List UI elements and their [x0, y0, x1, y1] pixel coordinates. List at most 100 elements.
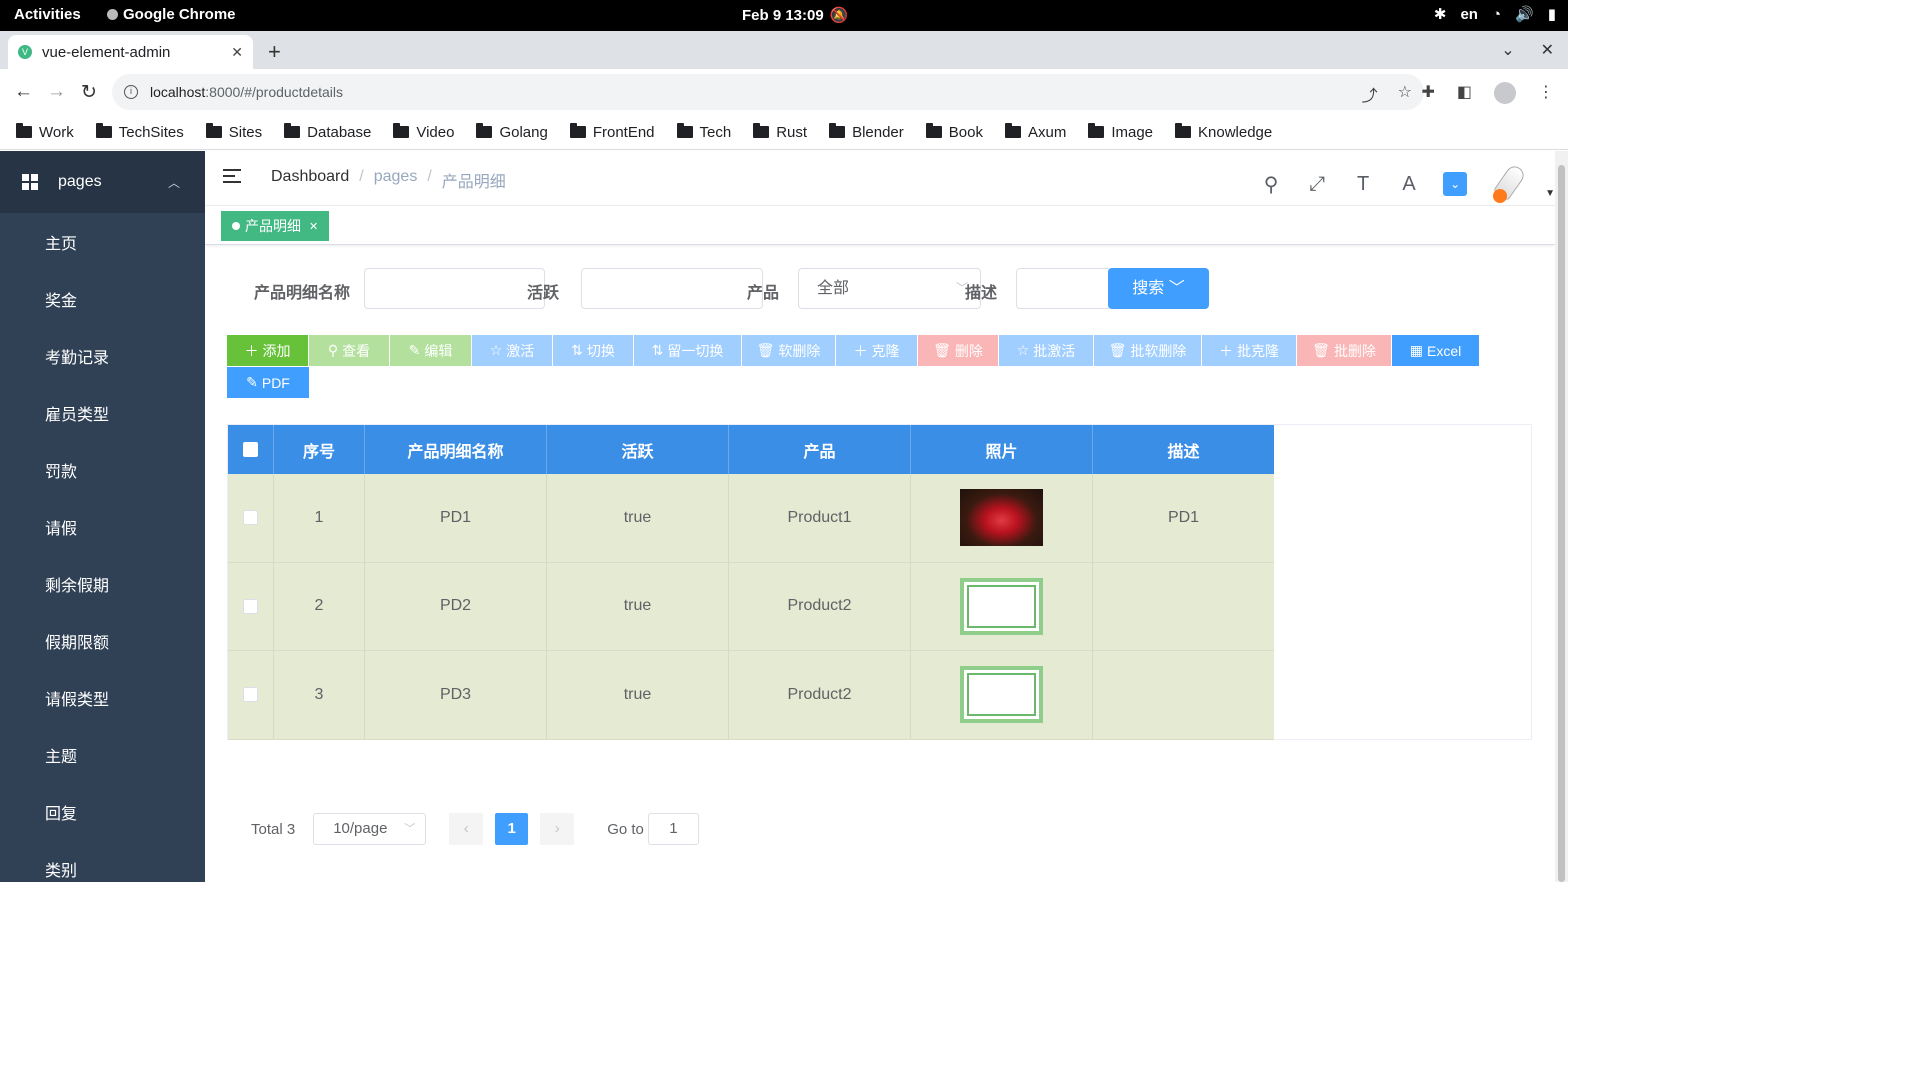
share-icon[interactable]: ⤴ [1362, 82, 1378, 106]
search-icon[interactable]: ⚲ [1259, 172, 1283, 197]
bookmark-knowledge[interactable]: Knowledge [1175, 123, 1272, 141]
table-row[interactable]: 1 PD1 true Product1 PD1 [228, 474, 1274, 563]
name-filter-input[interactable] [364, 268, 545, 309]
scrollbar-thumb[interactable] [1558, 165, 1565, 882]
sidebar-item-reply[interactable]: 回复 [0, 783, 205, 840]
tag-product-details[interactable]: 产品明细 ✕ [221, 211, 330, 241]
toggle-button[interactable]: ⇅ 切换 [553, 335, 633, 366]
bookmark-axum[interactable]: Axum [1004, 123, 1066, 141]
sidebar-group-pages[interactable]: pages ︿ [0, 151, 205, 213]
volume-icon[interactable]: 🔊 [1515, 5, 1534, 23]
profile-avatar[interactable] [1494, 82, 1516, 104]
edit-button[interactable]: ✎ 编辑 [390, 335, 471, 366]
photo-thumbnail-floral-frame[interactable] [960, 577, 1043, 635]
language-select-icon[interactable]: ⌄ [1443, 172, 1468, 196]
keep-one-toggle-button[interactable]: ⇅ 留一切换 [634, 335, 741, 366]
reload-icon[interactable]: ↻ [81, 81, 97, 104]
select-all-checkbox[interactable] [243, 442, 258, 457]
user-avatar[interactable] [1489, 161, 1537, 207]
row-checkbox[interactable] [243, 687, 258, 703]
bookmark-golang[interactable]: Golang [476, 123, 548, 141]
sidebar-item-category[interactable]: 类别 [0, 840, 205, 897]
tag-close-icon[interactable]: ✕ [309, 220, 318, 233]
photo-thumbnail-floral-frame[interactable] [960, 666, 1043, 724]
prev-page-button[interactable]: ‹ [449, 813, 484, 845]
bookmark-techsites[interactable]: TechSites [95, 123, 184, 141]
bookmark-database[interactable]: Database [284, 123, 371, 141]
column-header-description[interactable]: 描述 [1093, 425, 1274, 474]
page-size-select[interactable]: 10/page ﹀ [313, 813, 427, 845]
active-filter-input[interactable] [581, 268, 763, 309]
bookmark-work[interactable]: Work [16, 123, 74, 141]
sidebar-item-leave-limit[interactable]: 假期限额 [0, 612, 205, 669]
sidebar-item-remaining-leave[interactable]: 剩余假期 [0, 555, 205, 612]
goto-page-input[interactable]: 1 [647, 813, 699, 845]
bookmark-book[interactable]: Book [925, 123, 983, 141]
side-panel-icon[interactable]: ◧ [1457, 82, 1472, 104]
row-checkbox[interactable] [243, 510, 258, 526]
table-row[interactable]: 3 PD3 true Product2 [228, 651, 1274, 740]
back-icon[interactable]: ← [14, 81, 33, 103]
view-button[interactable]: ⚲ 查看 [309, 335, 389, 366]
delete-button[interactable]: 🗑 删除 [918, 335, 998, 366]
activate-button[interactable]: ☆ 激活 [472, 335, 552, 366]
caret-down-icon[interactable]: ▼ [1545, 188, 1555, 199]
sidebar-item-leave-type[interactable]: 请假类型 [0, 669, 205, 726]
clock[interactable]: Feb 9 13:09 🔕 [742, 6, 848, 25]
bookmark-rust[interactable]: Rust [753, 123, 807, 141]
forward-icon[interactable]: → [47, 81, 66, 103]
accessibility-icon[interactable]: ✱ [1434, 5, 1447, 23]
hamburger-icon[interactable] [223, 169, 241, 185]
add-button[interactable]: ＋添加 [227, 335, 308, 366]
translate-icon[interactable]: A [1397, 173, 1421, 196]
site-info-icon[interactable]: i [124, 85, 138, 99]
column-header-name[interactable]: 产品明细名称 [365, 425, 547, 474]
excel-export-button[interactable]: ▦ Excel [1392, 335, 1479, 366]
language-indicator[interactable]: en [1460, 6, 1478, 23]
sidebar-item-topic[interactable]: 主题 [0, 726, 205, 783]
font-size-icon[interactable]: T [1351, 173, 1375, 196]
sidebar-item-bonus[interactable]: 奖金 [0, 270, 205, 327]
batch-soft-delete-button[interactable]: 🗑 批软删除 [1094, 335, 1201, 366]
next-page-button[interactable]: › [540, 813, 575, 845]
batch-clone-button[interactable]: ＋批克隆 [1202, 335, 1296, 366]
wifi-icon[interactable]: ◔ [1492, 6, 1501, 23]
photo-thumbnail-red-flower[interactable] [960, 489, 1043, 547]
page-scrollbar[interactable] [1555, 151, 1568, 882]
clone-button[interactable]: ＋克隆 [836, 335, 917, 366]
batch-delete-button[interactable]: 🗑 批删除 [1297, 335, 1391, 366]
window-close-icon[interactable]: ✕ [1541, 40, 1554, 60]
tab-close-icon[interactable]: ✕ [231, 44, 243, 61]
fullscreen-icon[interactable]: ⤢ [1305, 173, 1329, 196]
page-number-current[interactable]: 1 [495, 813, 529, 845]
row-checkbox[interactable] [243, 598, 258, 614]
description-filter-input[interactable] [1016, 268, 1111, 309]
bookmark-video[interactable]: Video [393, 123, 454, 141]
bookmark-tech[interactable]: Tech [676, 123, 731, 141]
sidebar-item-home[interactable]: 主页 [0, 213, 205, 270]
search-button[interactable]: 搜索 ﹀ [1108, 268, 1209, 309]
tab-search-icon[interactable]: ⌄ [1501, 40, 1514, 60]
battery-icon[interactable]: ▮ [1548, 5, 1556, 23]
column-header-photo[interactable]: 照片 [911, 425, 1093, 474]
sidebar-item-leave[interactable]: 请假 [0, 498, 205, 555]
soft-delete-button[interactable]: 🗑 软删除 [742, 335, 835, 366]
batch-activate-button[interactable]: ☆ 批激活 [999, 335, 1093, 366]
product-filter-select[interactable]: 全部 ﹀ [798, 268, 981, 309]
menu-kebab-icon[interactable]: ⋮ [1538, 82, 1554, 104]
breadcrumb-dashboard[interactable]: Dashboard [271, 168, 349, 192]
extensions-icon[interactable]: ✚ [1421, 82, 1434, 104]
bookmark-blender[interactable]: Blender [829, 123, 904, 141]
bookmark-sites[interactable]: Sites [205, 123, 262, 141]
new-tab-button[interactable]: + [268, 39, 281, 65]
table-row[interactable]: 2 PD2 true Product2 [228, 562, 1274, 651]
column-header-active[interactable]: 活跃 [547, 425, 729, 474]
activities-button[interactable]: Activities [14, 6, 81, 23]
column-header-index[interactable]: 序号 [274, 425, 365, 474]
pdf-export-button[interactable]: ✎ PDF [227, 367, 309, 398]
url-input[interactable]: i localhost:8000/#/productdetails ⤴ ☆ [112, 74, 1424, 110]
bookmark-frontend[interactable]: FrontEnd [569, 123, 655, 141]
browser-tab[interactable]: V vue-element-admin ✕ [8, 35, 253, 69]
sidebar-item-attendance[interactable]: 考勤记录 [0, 327, 205, 384]
sidebar-item-employee-type[interactable]: 雇员类型 [0, 384, 205, 441]
